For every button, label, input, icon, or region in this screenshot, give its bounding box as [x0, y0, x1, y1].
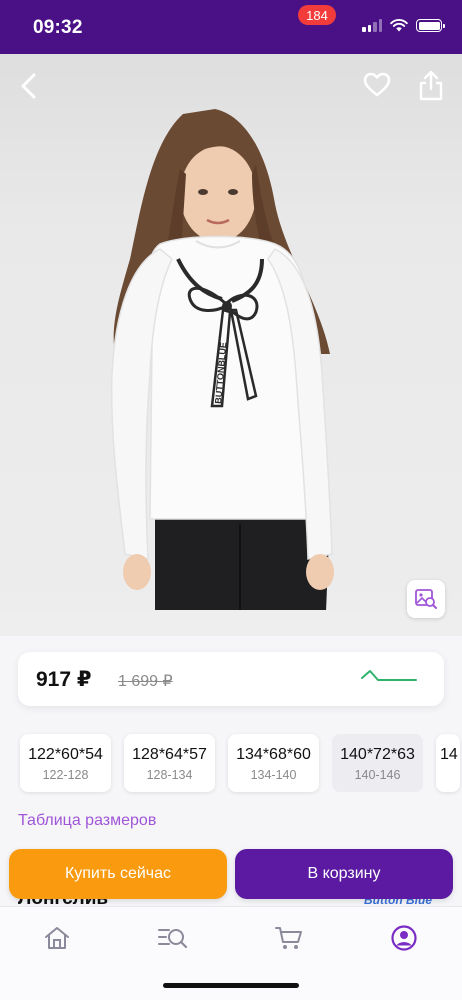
size-chip-main: 140*72*63	[340, 746, 415, 763]
size-chip-sub: 128-134	[146, 768, 193, 782]
size-chip-sub: 134-140	[250, 768, 297, 782]
size-chip[interactable]: 122*60*54 122-128	[20, 734, 111, 792]
battery-icon	[416, 19, 445, 32]
size-selector: 122*60*54 122-128 128*64*57 128-134 134*…	[20, 734, 460, 792]
size-chip[interactable]: 134*68*60 134-140	[228, 734, 319, 792]
wifi-icon	[390, 19, 408, 32]
home-indicator	[163, 983, 299, 988]
size-chip-main: 122*60*54	[28, 746, 103, 763]
tab-home[interactable]	[40, 923, 74, 953]
share-icon[interactable]	[416, 70, 446, 102]
cellular-signal-icon	[362, 19, 382, 32]
status-time: 09:32	[33, 17, 83, 38]
back-icon[interactable]	[14, 70, 46, 102]
buy-now-button[interactable]: Купить сейчас	[9, 849, 227, 899]
size-chip-sub: 140-146	[354, 768, 401, 782]
home-icon	[45, 927, 69, 949]
price-trend-icon[interactable]	[360, 668, 420, 688]
profile-icon	[391, 925, 417, 951]
status-bar: 09:32	[0, 0, 462, 54]
size-chip-selected[interactable]: 140*72*63 140-146	[332, 734, 423, 792]
size-chip-main: 128*64*57	[132, 746, 207, 763]
status-icons	[362, 19, 445, 32]
product-image[interactable]: BUTTONBLUE	[0, 54, 462, 636]
size-chip-main: 14	[440, 746, 458, 763]
tab-cart[interactable]	[272, 923, 306, 953]
size-chip-main: 134*68*60	[236, 746, 311, 763]
image-search-button[interactable]	[407, 580, 445, 618]
tab-profile[interactable]	[387, 923, 421, 953]
size-chip[interactable]: 14	[436, 734, 460, 792]
price-card[interactable]: 917 ₽ 1 699 ₽	[18, 652, 444, 706]
heart-icon[interactable]	[362, 70, 392, 100]
catalog-search-icon	[158, 929, 188, 949]
photo-floor	[0, 610, 462, 636]
price-current: 917 ₽	[36, 668, 92, 691]
cart-icon	[275, 927, 302, 949]
size-chip[interactable]: 128*64*57 128-134	[124, 734, 215, 792]
cart-count-badge: 184	[298, 5, 336, 25]
product-photo-illustration: BUTTONBLUE	[110, 109, 334, 636]
tab-catalog[interactable]	[156, 923, 190, 953]
image-search-icon	[415, 589, 437, 609]
add-to-cart-button[interactable]: В корзину	[235, 849, 453, 899]
price-old: 1 699 ₽	[118, 673, 173, 690]
size-table-link[interactable]: Таблица размеров	[18, 812, 156, 830]
size-chip-sub: 122-128	[42, 768, 89, 782]
